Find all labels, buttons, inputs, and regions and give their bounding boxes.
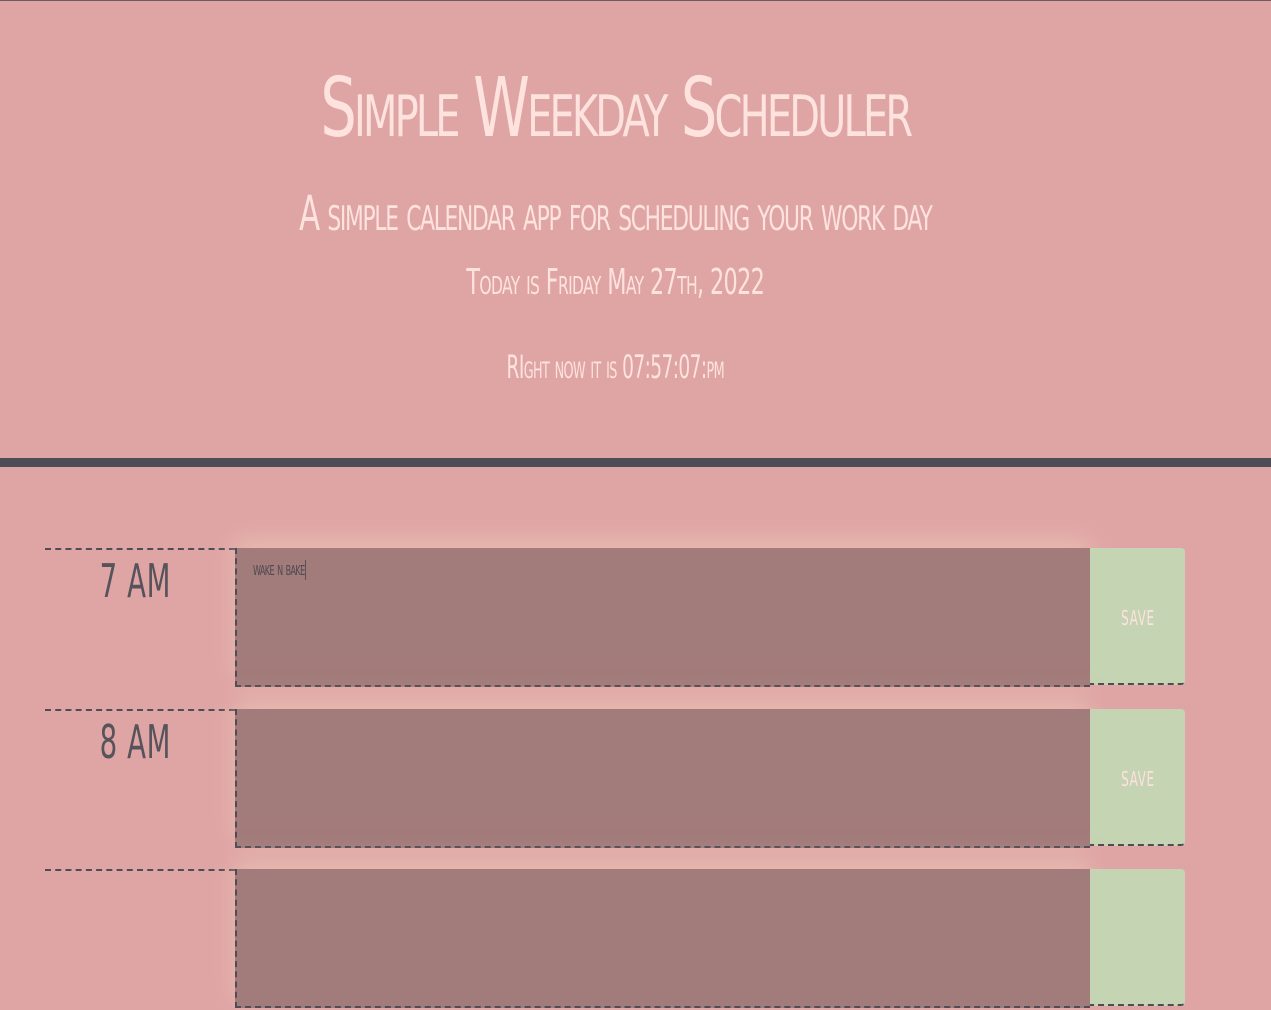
time-block-9am	[45, 869, 1185, 1010]
time-block-8am: 8 AM save	[45, 709, 1185, 850]
save-button[interactable]	[1090, 869, 1185, 1006]
page-subtitle: A simple calendar app for scheduling you…	[299, 186, 933, 242]
header-divider	[0, 458, 1271, 467]
planner-container: 7 AM wake n bake save 8 AM save	[0, 467, 1271, 1008]
task-textarea[interactable]: wake n bake	[235, 548, 1090, 687]
jumbotron-header: Simple Weekday Scheduler A simple calend…	[0, 0, 1271, 458]
save-button[interactable]: save	[1090, 548, 1185, 685]
task-text: wake n bake	[253, 558, 305, 580]
hour-cell: 7 AM	[45, 548, 235, 689]
time-block-7am: 7 AM wake n bake save	[45, 548, 1185, 689]
save-button[interactable]: save	[1090, 709, 1185, 846]
text-caret	[305, 559, 306, 580]
save-label: save	[1120, 599, 1155, 632]
hour-label: 8 AM	[99, 715, 171, 769]
current-date: Today is Friday May 27th, 2022	[466, 262, 765, 303]
current-time: RIght now it is 07:57:07:pm	[506, 348, 725, 386]
task-textarea[interactable]	[235, 869, 1090, 1008]
hour-cell: 8 AM	[45, 709, 235, 850]
save-label: save	[1120, 760, 1155, 793]
page-title: Simple Weekday Scheduler	[320, 61, 913, 156]
task-textarea[interactable]	[235, 709, 1090, 848]
hour-cell	[45, 869, 235, 1010]
hour-label: 7 AM	[99, 554, 171, 608]
